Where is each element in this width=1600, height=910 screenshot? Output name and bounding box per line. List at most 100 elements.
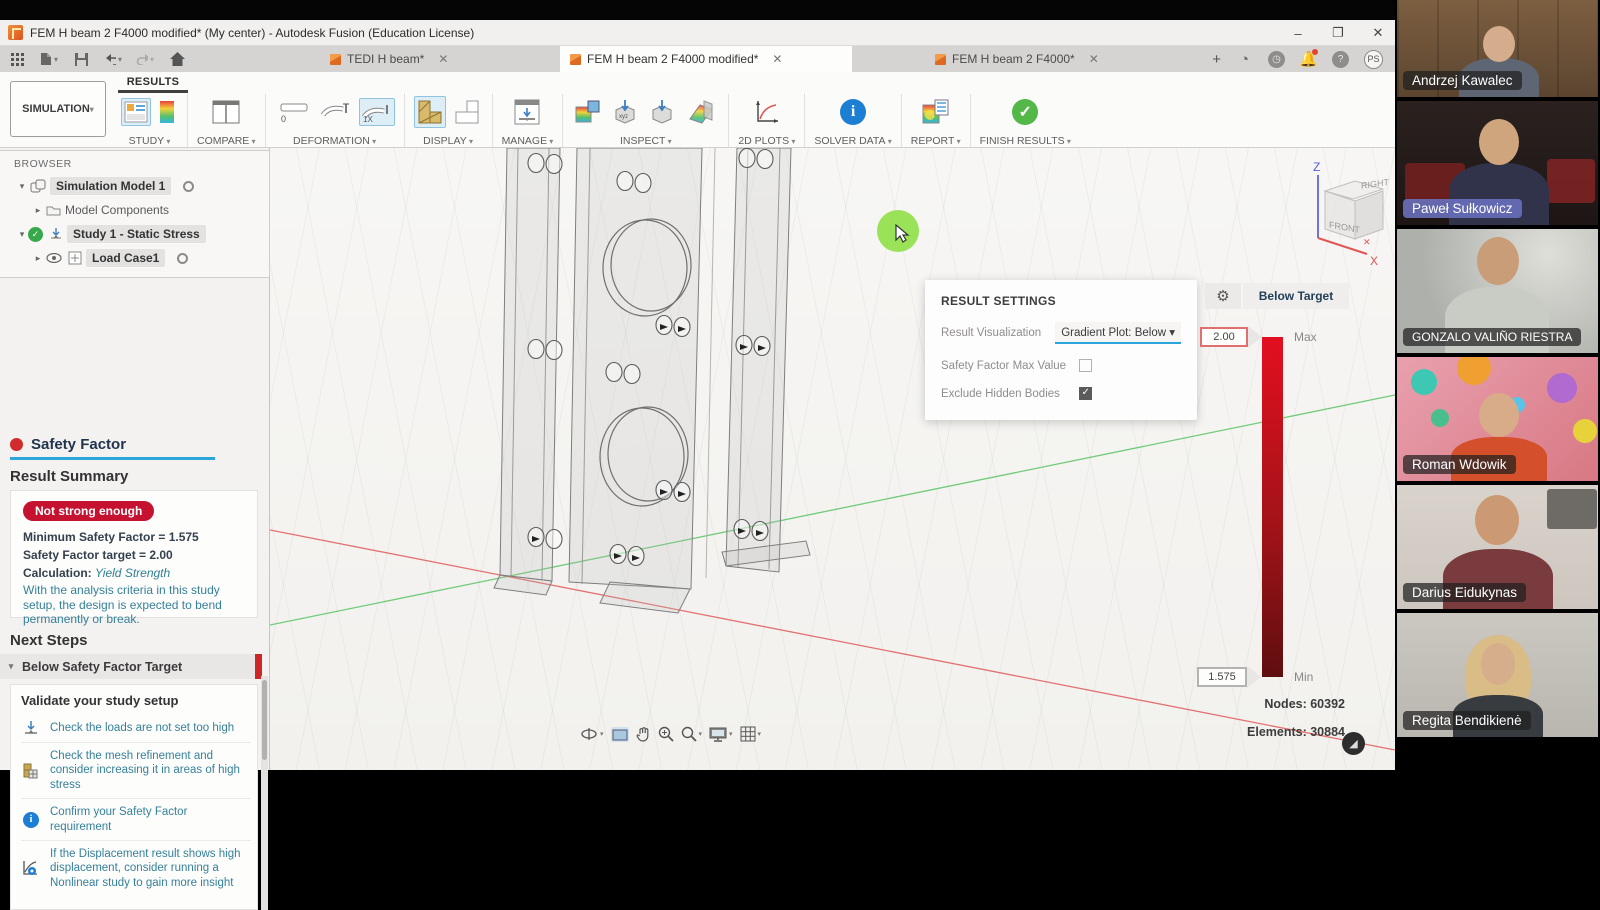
compare-icon[interactable] — [209, 97, 243, 127]
display-settings-tool[interactable]: ▾ — [709, 727, 733, 742]
deformation-none-icon[interactable]: 0 — [275, 97, 313, 127]
deformation-actual-icon[interactable] — [318, 98, 354, 126]
look-at-tool[interactable] — [611, 727, 629, 742]
extensions-icon[interactable]: ◔ — [1236, 51, 1253, 68]
legend-max-value[interactable]: 2.00 — [1200, 327, 1248, 347]
probe-xyz-icon[interactable]: xyz — [609, 95, 641, 129]
meeting-overlay-icon[interactable]: ◢ — [1342, 732, 1365, 755]
notifications-bell-icon[interactable]: 🔔 — [1300, 51, 1317, 68]
app-grid-icon[interactable] — [8, 50, 26, 68]
participant-tile[interactable]: GONZALO VALIÑO RIESTRA — [1397, 229, 1598, 353]
chevron-down-icon[interactable]: ▾ — [16, 181, 28, 192]
tree-item-model-components[interactable]: ▸ Model Components — [0, 198, 269, 222]
probe-icon[interactable] — [646, 95, 678, 129]
chevron-down-icon[interactable]: ▾ — [16, 229, 28, 240]
participant-tile[interactable]: Regita Bendikienė — [1397, 613, 1598, 737]
participant-tile[interactable]: Paweł Sułkowicz — [1397, 101, 1598, 225]
svg-text:X: X — [1370, 254, 1378, 268]
mesh-display-icon[interactable] — [414, 96, 446, 128]
tab-fem-h-beam-modified[interactable]: FEM H beam 2 F4000 modified* ✕ — [560, 46, 852, 72]
file-menu-icon[interactable]: ▾ — [40, 50, 58, 68]
model-viewport[interactable]: Z X FRONT RIGHT ✕ RESULT SETTINGS — [270, 148, 1395, 770]
loads-icon — [21, 720, 41, 736]
exclude-hidden-checkbox[interactable] — [1079, 387, 1092, 400]
tree-item-simulation-model[interactable]: ▾ Simulation Model 1 — [0, 174, 269, 198]
compare-menu[interactable]: COMPARE — [197, 135, 256, 147]
undo-icon[interactable]: ▾ — [104, 50, 122, 68]
inspect-menu[interactable]: INSPECT — [572, 135, 719, 147]
report-icon[interactable] — [919, 96, 953, 128]
workspace-selector[interactable]: SIMULATION — [10, 81, 106, 137]
visibility-radio[interactable] — [183, 181, 194, 192]
chevron-down-icon[interactable]: ▾ — [0, 661, 22, 672]
grid-settings-tool[interactable]: ▾ — [740, 726, 762, 742]
exclude-hidden-row: Exclude Hidden Bodies — [941, 387, 1181, 400]
mesh-off-icon[interactable] — [451, 96, 483, 128]
next-step-item[interactable]: Check the loads are not set too high — [21, 714, 251, 743]
redo-icon[interactable]: ▾ — [136, 50, 154, 68]
safety-factor-max-checkbox[interactable] — [1079, 359, 1092, 372]
save-icon[interactable] — [72, 50, 90, 68]
pan-tool[interactable] — [636, 726, 651, 742]
manage-icon[interactable] — [511, 96, 543, 128]
participant-tile[interactable]: Roman Wdowik — [1397, 357, 1598, 481]
deformation-menu[interactable]: DEFORMATION — [275, 135, 395, 147]
study-menu[interactable]: STUDY — [121, 135, 178, 147]
nodes-count: Nodes: 60392 — [1264, 697, 1345, 711]
finish-results-icon[interactable]: ✓ — [1012, 99, 1038, 125]
minimize-button[interactable]: – — [1291, 26, 1305, 41]
tab-close-icon[interactable]: ✕ — [1089, 52, 1099, 66]
plot-icon[interactable] — [750, 96, 784, 128]
result-settings-dialog[interactable]: RESULT SETTINGS Result Visualization Gra… — [925, 280, 1197, 420]
tab-tedi-h-beam[interactable]: TEDI H beam* ✕ — [320, 46, 458, 72]
legend-colors-icon[interactable] — [156, 97, 178, 127]
ribbon-tab-results[interactable]: RESULTS — [118, 76, 188, 93]
chevron-right-icon[interactable]: ▸ — [32, 205, 44, 216]
zoom-tool[interactable] — [658, 726, 674, 742]
new-tab-button[interactable]: + — [1212, 51, 1221, 68]
result-visualization-dropdown[interactable]: Gradient Plot: Below ▾ — [1055, 322, 1181, 344]
legend-min-value[interactable]: 1.575 — [1197, 667, 1247, 687]
document-tab-bar: ▾ ▾ ▾ TEDI H beam* ✕ FEM H beam 2 F4000 … — [0, 46, 1395, 72]
home-icon[interactable] — [168, 50, 186, 68]
next-steps-group-row[interactable]: ▾ Below Safety Factor Target — [0, 654, 262, 679]
tab-fem-h-beam[interactable]: FEM H beam 2 F4000* ✕ — [925, 46, 1109, 72]
participant-tile[interactable]: Darius Eidukynas — [1397, 485, 1598, 609]
deformation-scaled-icon[interactable]: 1X — [359, 98, 395, 126]
manage-menu[interactable]: MANAGE — [502, 135, 554, 147]
scrollbar-thumb[interactable] — [262, 680, 267, 760]
study-details-icon[interactable] — [121, 98, 151, 126]
visibility-radio[interactable] — [177, 253, 188, 264]
panel-scrollbar[interactable] — [261, 676, 268, 910]
user-avatar[interactable]: PS — [1364, 50, 1383, 69]
eye-icon[interactable] — [46, 253, 62, 263]
result-summary-heading: Result Summary — [10, 468, 128, 485]
next-step-item[interactable]: i Confirm your Safety Factor requirement — [21, 799, 251, 841]
mesh-refine-icon — [21, 762, 41, 780]
tab-close-icon[interactable]: ✕ — [772, 52, 782, 66]
report-menu[interactable]: REPORT — [911, 135, 961, 147]
fit-tool[interactable]: ▾ — [681, 726, 703, 742]
solver-data-menu[interactable]: SOLVER DATA — [814, 135, 891, 147]
solver-data-icon[interactable]: i — [840, 99, 866, 125]
participant-tile[interactable]: Andrzej Kawalec — [1397, 0, 1598, 97]
plots-menu[interactable]: 2D PLOTS — [738, 135, 795, 147]
tab-close-icon[interactable]: ✕ — [438, 52, 448, 66]
participant-name: Paweł Sułkowicz — [1403, 199, 1522, 218]
legend-settings-button[interactable]: ⚙ — [1205, 283, 1241, 309]
chevron-right-icon[interactable]: ▸ — [32, 253, 44, 264]
slice-plane-icon[interactable] — [683, 96, 719, 128]
help-icon[interactable]: ? — [1332, 51, 1349, 68]
job-status-icon[interactable]: ◷ — [1268, 51, 1285, 68]
next-step-item[interactable]: If the Displacement result shows high di… — [21, 841, 251, 896]
restore-button[interactable]: ❐ — [1331, 25, 1345, 41]
tree-item-load-case1[interactable]: ▸ Load Case1 — [0, 246, 269, 270]
ribbon-group-deformation: 0 1X DEFORMATION — [266, 94, 405, 147]
orbit-tool[interactable]: ▾ — [580, 726, 604, 742]
inspect-result-icon[interactable] — [572, 96, 604, 128]
finish-results-menu[interactable]: FINISH RESULTS — [980, 135, 1071, 147]
next-step-item[interactable]: Check the mesh refinement and consider i… — [21, 743, 251, 799]
tree-item-study1[interactable]: ▾ ✓ Study 1 - Static Stress — [0, 222, 269, 246]
display-menu[interactable]: DISPLAY — [414, 135, 483, 147]
close-button[interactable]: ✕ — [1371, 25, 1385, 41]
